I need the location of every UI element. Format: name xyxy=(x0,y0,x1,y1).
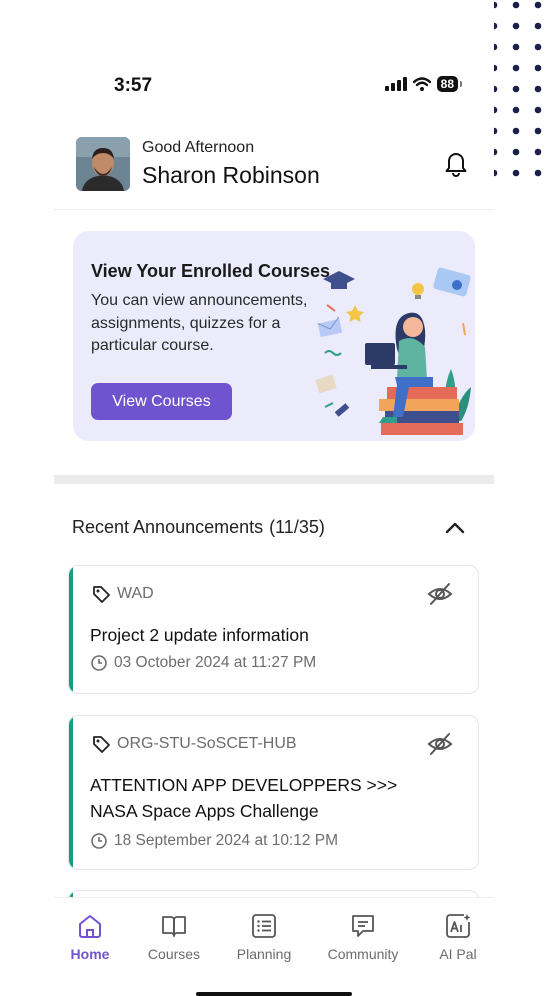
home-indicator xyxy=(196,992,352,996)
tab-label: Community xyxy=(327,946,399,962)
section-separator xyxy=(54,475,494,484)
tab-label: Courses xyxy=(147,946,201,962)
profile-header: Good Afternoon Sharon Robinson xyxy=(76,137,472,192)
announcement-course-tag: ORG-STU-SoSCET-HUB xyxy=(117,735,297,752)
eye-off-icon[interactable] xyxy=(426,580,454,608)
tab-label: Planning xyxy=(236,946,292,962)
list-icon xyxy=(252,914,276,938)
clock-icon xyxy=(91,655,107,671)
announcement-subject: Project 2 update information xyxy=(90,625,309,645)
tab-label: Home xyxy=(70,946,110,962)
avatar[interactable] xyxy=(76,137,130,191)
book-icon xyxy=(162,916,186,937)
bell-icon[interactable] xyxy=(440,147,472,179)
announcement-course-tag: WAD xyxy=(117,585,154,602)
announcements-count: (11/35) xyxy=(269,517,325,537)
view-courses-button[interactable]: View Courses xyxy=(91,383,232,420)
announcement-card[interactable]: WAD Project 2 update information 03 Octo… xyxy=(68,565,479,694)
status-bar: 3:57 88 xyxy=(54,72,494,100)
home-icon xyxy=(79,915,101,938)
user-name: Sharon Robinson xyxy=(142,162,320,188)
tab-community[interactable]: Community xyxy=(323,912,403,964)
wifi-icon xyxy=(412,77,431,91)
tag-icon xyxy=(93,586,110,603)
announcement-card[interactable]: ORG-STU-SoSCET-HUB ATTENTION APP DEVELOP… xyxy=(68,715,479,870)
app-screen: 3:57 88 Good Afternoon Sharon Robinson V… xyxy=(54,0,494,996)
tab-home[interactable]: Home xyxy=(50,912,130,964)
clock-icon xyxy=(91,833,107,849)
tab-ai-pal[interactable]: AI Pal xyxy=(418,912,498,964)
announcement-date: 03 October 2024 at 11:27 PM xyxy=(114,654,317,671)
eye-off-icon[interactable] xyxy=(426,730,454,758)
greeting-text: Good Afternoon xyxy=(142,139,255,156)
tab-courses[interactable]: Courses xyxy=(134,912,214,964)
announcements-title: Recent Announcements xyxy=(72,517,264,537)
announcement-date: 18 September 2024 at 10:12 PM xyxy=(114,832,339,849)
chat-icon xyxy=(352,915,374,937)
ai-icon xyxy=(446,914,471,938)
status-time: 3:57 xyxy=(114,75,153,96)
enrolled-courses-banner: View Your Enrolled Courses You can view … xyxy=(73,231,475,441)
recent-announcements-header[interactable]: Recent Announcements (11/35) xyxy=(72,517,466,541)
avatar-photo xyxy=(76,137,130,191)
tab-label: AI Pal xyxy=(439,946,477,962)
tag-icon xyxy=(93,736,110,753)
student-studying-illustration xyxy=(315,267,471,435)
bottom-tab-bar: Home Courses Planning Community AI Pal xyxy=(54,897,494,996)
tab-planning[interactable]: Planning xyxy=(224,912,304,964)
announcement-subject: ATTENTION APP DEVELOPPERS >>> NASA Space… xyxy=(90,775,398,821)
battery-indicator: 88 xyxy=(436,76,463,92)
signal-icon xyxy=(384,77,407,91)
chevron-up-icon[interactable] xyxy=(444,517,466,539)
header-divider xyxy=(54,209,494,210)
